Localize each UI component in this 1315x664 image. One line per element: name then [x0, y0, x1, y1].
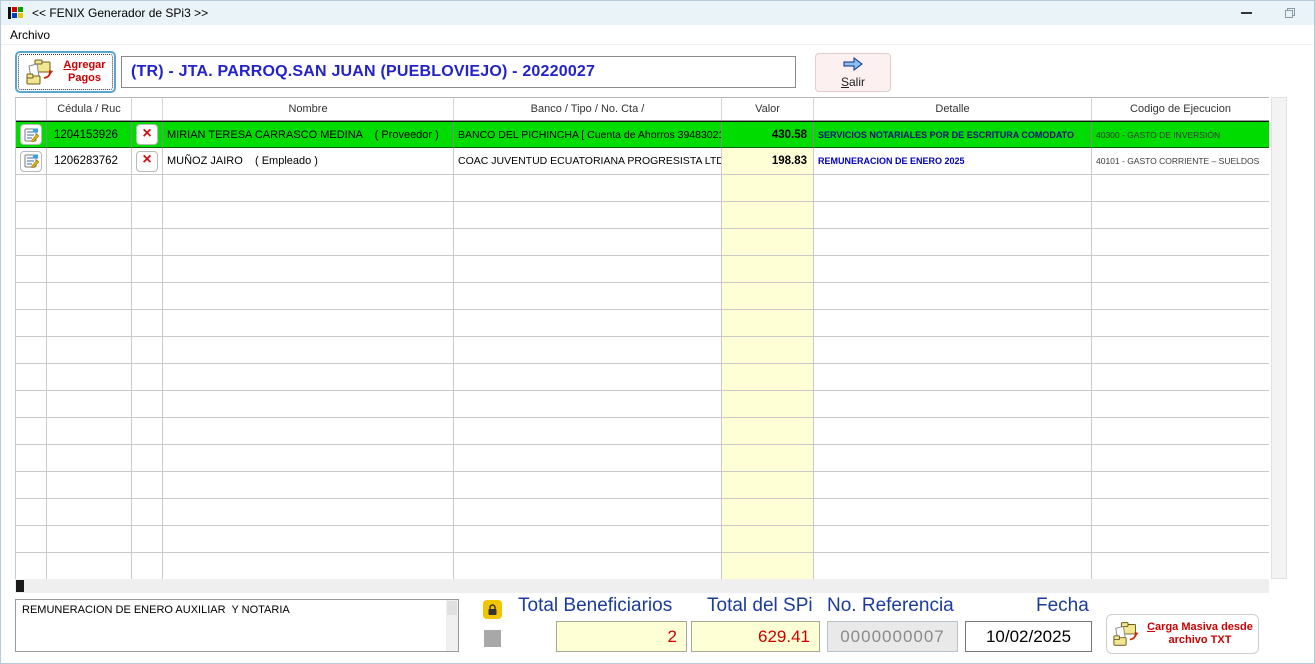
cell-banco: BANCO DEL PICHINCHA [ Cuenta de Ahorros … [454, 122, 722, 148]
header-cedula[interactable]: Cédula / Ruc [47, 98, 132, 120]
table-row[interactable]: 1204153926 × MIRIAN TERESA CARRASCO MEDI… [16, 121, 1269, 148]
menu-bar: Archivo [1, 25, 1314, 45]
exit-arrow-icon [841, 57, 865, 74]
minimize-button[interactable] [1229, 1, 1263, 25]
cell-cedula: 1206283762 [47, 148, 132, 175]
table-row-empty[interactable] [16, 175, 1269, 202]
table-row-empty[interactable] [16, 229, 1269, 256]
table-vertical-scrollbar[interactable] [1271, 97, 1287, 579]
table-body: 1204153926 × MIRIAN TERESA CARRASCO MEDI… [16, 121, 1269, 579]
cell-cedula: 1204153926 [47, 122, 132, 148]
header-codigo[interactable]: Codigo de Ejecucion [1092, 98, 1269, 120]
cell-detalle: REMUNERACION DE ENERO 2025 [814, 148, 1092, 175]
table-horizontal-scrollbar[interactable] [15, 579, 1269, 593]
edit-form-icon [24, 128, 39, 142]
delete-row-button[interactable]: × [136, 151, 158, 172]
header-nombre[interactable]: Nombre [163, 98, 454, 120]
indicator-square[interactable] [484, 630, 501, 647]
header-banco[interactable]: Banco / Tipo / No. Cta / [454, 98, 722, 120]
cell-nombre: MUÑOZ JAIRO ( Empleado ) [163, 148, 454, 175]
table-row-empty[interactable] [16, 337, 1269, 364]
table-row-empty[interactable] [16, 499, 1269, 526]
app-icon [8, 5, 24, 21]
total-beneficiarios-field: 2 [556, 621, 687, 652]
cell-detalle: SERVICIOS NOTARIALES POR DE ESCRITURA CO… [814, 122, 1092, 148]
cell-valor: 430.58 [722, 122, 814, 148]
menu-archivo[interactable]: Archivo [1, 25, 59, 45]
table-row-empty[interactable] [16, 526, 1269, 553]
fecha-label: Fecha [1036, 595, 1089, 619]
table-row-empty[interactable] [16, 310, 1269, 337]
horizontal-scrollbar-thumb[interactable] [16, 580, 24, 592]
delete-x-icon: × [142, 152, 151, 168]
cell-valor: 198.83 [722, 148, 814, 175]
referencia-field: 0000000007 [827, 621, 958, 652]
table-row-empty[interactable] [16, 283, 1269, 310]
total-beneficiarios-label: Total Beneficiarios [518, 595, 672, 619]
table-row-empty[interactable] [16, 391, 1269, 418]
lock-icon[interactable] [483, 600, 502, 619]
header-detalle[interactable]: Detalle [814, 98, 1092, 120]
header-valor[interactable]: Valor [722, 98, 814, 120]
note-scrollbar[interactable] [446, 600, 458, 651]
restore-icon [1285, 8, 1295, 18]
agregar-pagos-button[interactable]: Agregar Pagos [15, 51, 116, 93]
table-row-empty[interactable] [16, 202, 1269, 229]
header-edit [16, 98, 47, 120]
header-delete [132, 98, 163, 120]
delete-x-icon: × [142, 126, 151, 142]
payments-table: Cédula / Ruc Nombre Banco / Tipo / No. C… [15, 97, 1269, 579]
table-row-empty[interactable] [16, 256, 1269, 283]
carga-folder-icon [1112, 618, 1144, 651]
carga-masiva-label: Carga Masiva desde archivo TXT [1147, 621, 1253, 646]
table-row-empty[interactable] [16, 472, 1269, 499]
table-row-empty[interactable] [16, 445, 1269, 472]
note-textarea[interactable]: REMUNERACION DE ENERO AUXILIAR Y NOTARIA [15, 599, 459, 652]
table-header: Cédula / Ruc Nombre Banco / Tipo / No. C… [16, 98, 1269, 121]
entity-input[interactable]: (TR) - JTA. PARROQ.SAN JUAN (PUEBLOVIEJO… [121, 56, 796, 88]
fecha-field[interactable]: 10/02/2025 [965, 621, 1092, 652]
cell-nombre: MIRIAN TERESA CARRASCO MEDINA ( Proveedo… [163, 122, 454, 148]
restore-button[interactable] [1273, 1, 1307, 25]
table-row-empty[interactable] [16, 364, 1269, 391]
cell-codigo: 40300 - GASTO DE INVERSIÓN [1092, 122, 1269, 148]
cell-banco: COAC JUVENTUD ECUATORIANA PROGRESISTA LT… [454, 148, 722, 175]
app-window: << FENIX Generador de SPi3 >> Archivo Ag… [0, 0, 1315, 664]
referencia-label: No. Referencia [827, 595, 954, 619]
edit-row-button[interactable] [20, 151, 42, 172]
salir-label: Salir [841, 75, 865, 89]
window-title: << FENIX Generador de SPi3 >> [32, 6, 208, 20]
edit-form-icon [24, 154, 39, 168]
table-row-empty[interactable] [16, 418, 1269, 445]
agregar-pagos-label: Agregar Pagos [63, 59, 105, 84]
cell-codigo: 40101 - GASTO CORRIENTE – SUELDOS [1092, 148, 1269, 175]
total-spi-field: 629.41 [691, 621, 820, 652]
edit-row-button[interactable] [20, 124, 42, 145]
table-row[interactable]: 1206283762 × MUÑOZ JAIRO ( Empleado ) CO… [16, 148, 1269, 175]
carga-masiva-button[interactable]: Carga Masiva desde archivo TXT [1106, 614, 1259, 654]
add-payments-folder-icon [25, 56, 59, 89]
total-spi-label: Total del SPi [707, 595, 813, 619]
title-bar: << FENIX Generador de SPi3 >> [1, 1, 1314, 25]
table-row-empty[interactable] [16, 553, 1269, 579]
salir-button[interactable]: Salir [815, 53, 891, 92]
delete-row-button[interactable]: × [136, 124, 158, 145]
